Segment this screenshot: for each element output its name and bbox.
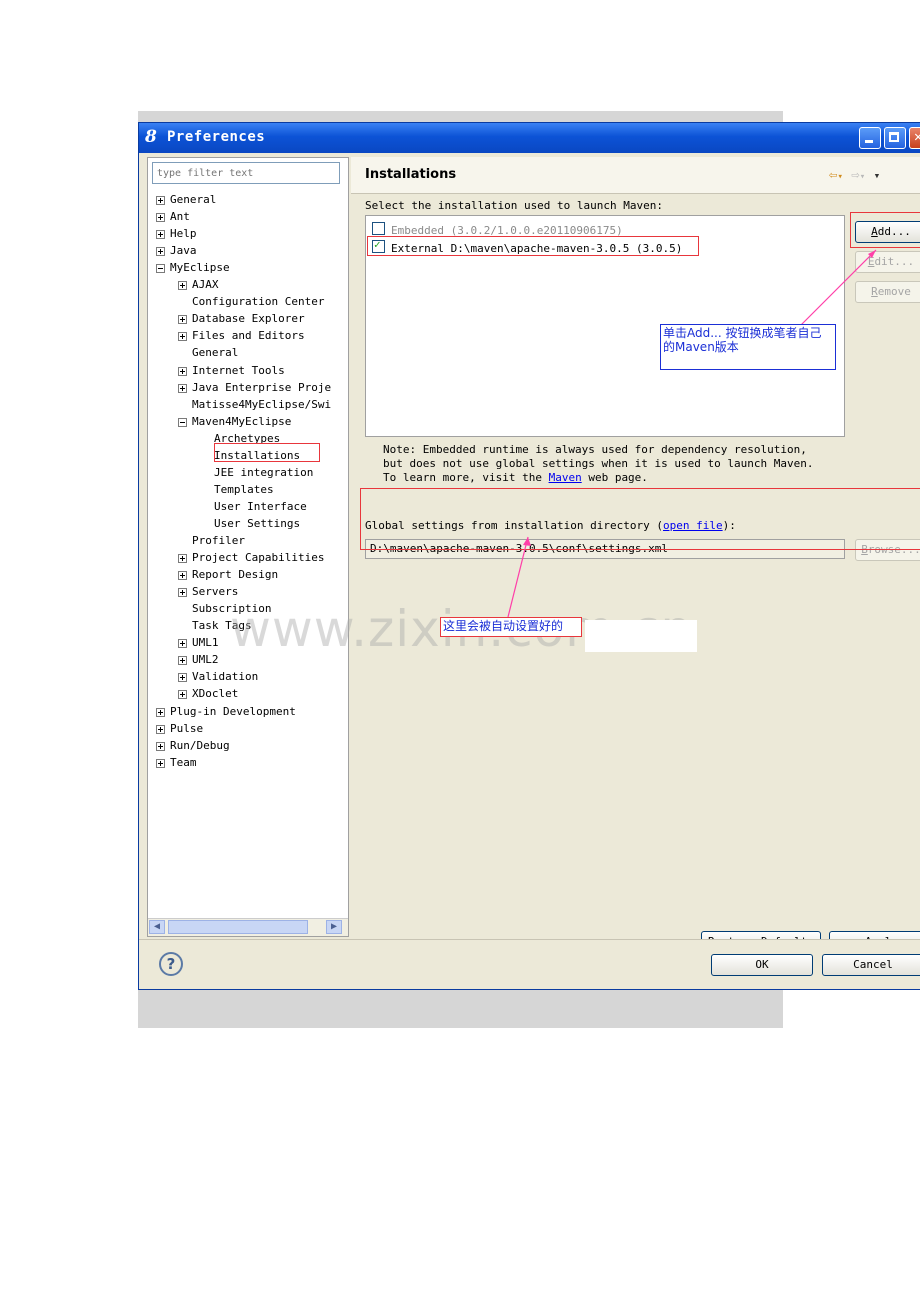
settings-callout: 这里会被自动设置好的 (440, 617, 582, 637)
callout2-arrowhead (523, 537, 531, 546)
add-button-callout: 单击Add... 按钮换成笔者自己的Maven版本 (660, 324, 836, 370)
callout1-arrow (799, 249, 877, 327)
watermark-band (585, 620, 697, 652)
